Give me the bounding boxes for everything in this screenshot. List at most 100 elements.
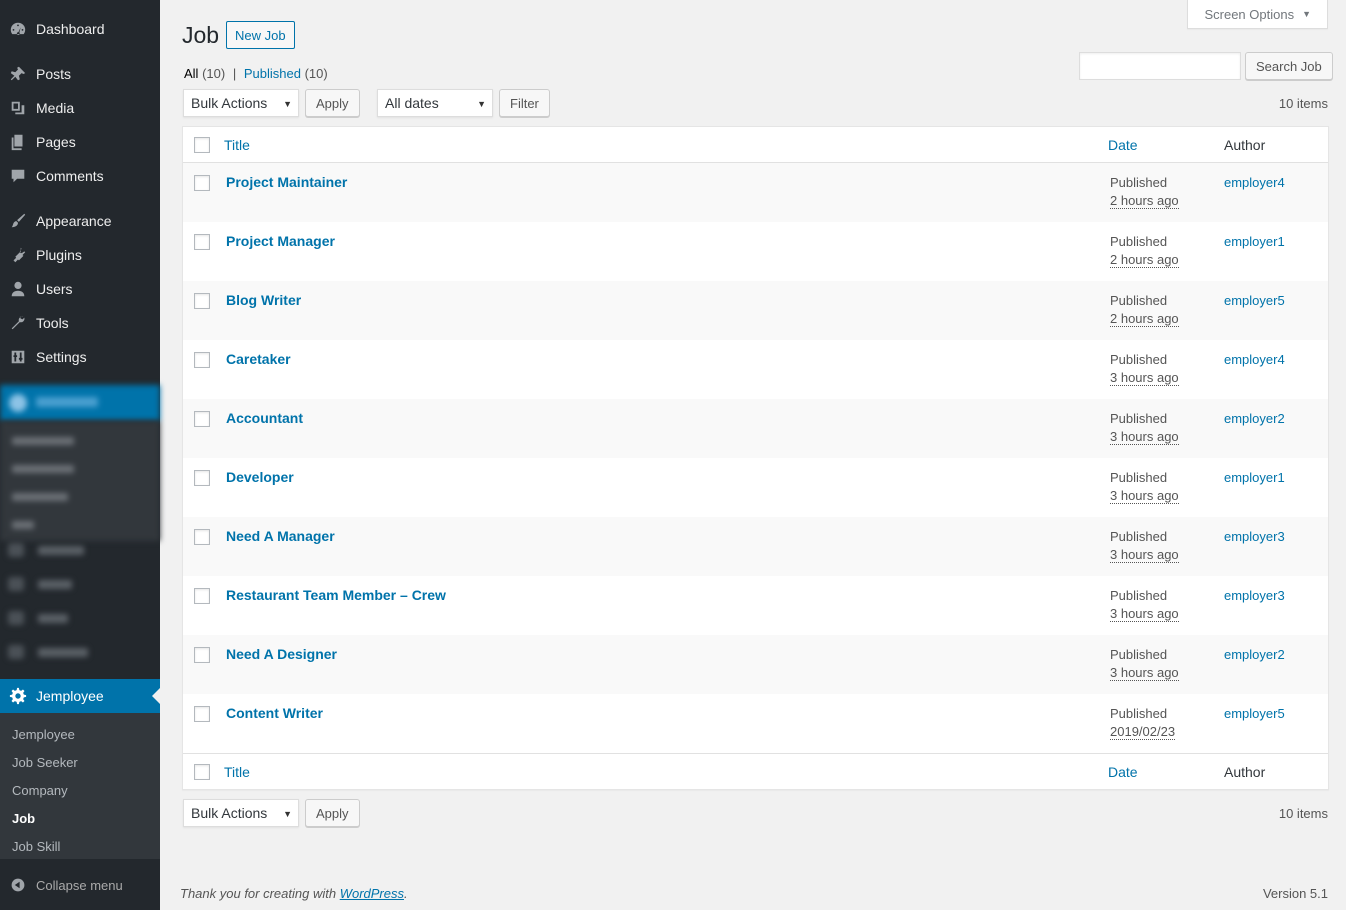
dashboard-icon xyxy=(0,20,36,38)
brush-icon xyxy=(0,212,36,230)
caret-down-icon: ▼ xyxy=(283,809,292,819)
filter-all-label: All xyxy=(184,66,199,81)
filter-published-count: (10) xyxy=(304,66,328,81)
sidebar-item-settings[interactable]: Settings xyxy=(0,340,160,374)
post-time: 2 hours ago xyxy=(1110,311,1179,327)
bulk-actions-value: Bulk Actions xyxy=(191,95,268,111)
page-title: Job xyxy=(182,22,220,48)
sidebar-item-label: Tools xyxy=(36,315,69,331)
jemployee-submenu: Jemployee Job Seeker Company Job Job Ski… xyxy=(0,713,160,859)
job-title-link[interactable]: Project Manager xyxy=(226,233,335,249)
column-title-sort-bottom[interactable]: Title xyxy=(224,764,250,780)
table-header: Title Date Author xyxy=(183,127,1328,163)
status-filter-links: All (10) | Published (10) xyxy=(184,66,328,81)
job-title-link[interactable]: Content Writer xyxy=(226,705,323,721)
footer-credit-suffix: . xyxy=(404,886,408,901)
table-row: Project Manager Published 2 hours ago emplo… xyxy=(183,222,1328,281)
new-job-button[interactable]: New Job xyxy=(226,21,295,49)
bulk-actions-select-bottom[interactable]: Bulk Actions ▼ xyxy=(183,799,299,827)
submenu-item-company[interactable]: Company xyxy=(0,777,160,805)
post-status: Published xyxy=(1110,293,1168,308)
row-checkbox[interactable] xyxy=(194,411,210,427)
search-job-button[interactable]: Search Job xyxy=(1245,52,1333,80)
apply-button-bottom[interactable]: Apply xyxy=(305,799,360,827)
author-link[interactable]: employer4 xyxy=(1224,352,1285,367)
row-checkbox[interactable] xyxy=(194,588,210,604)
sidebar-item-comments[interactable]: Comments xyxy=(0,159,160,193)
row-checkbox[interactable] xyxy=(194,175,210,191)
column-date-sort-bottom[interactable]: Date xyxy=(1108,764,1138,780)
date-filter-select[interactable]: All dates ▼ xyxy=(377,89,493,117)
post-time: 2 hours ago xyxy=(1110,252,1179,268)
screen-options-button[interactable]: Screen Options ▼ xyxy=(1187,0,1328,29)
column-title-sort[interactable]: Title xyxy=(224,137,250,153)
caret-down-icon: ▼ xyxy=(1302,9,1311,19)
settings-icon xyxy=(0,348,36,366)
author-link[interactable]: employer2 xyxy=(1224,411,1285,426)
author-link[interactable]: employer3 xyxy=(1224,529,1285,544)
author-link[interactable]: employer5 xyxy=(1224,293,1285,308)
row-checkbox[interactable] xyxy=(194,470,210,486)
submenu-item-job[interactable]: Job xyxy=(0,805,160,833)
author-link[interactable]: employer5 xyxy=(1224,706,1285,721)
filter-button[interactable]: Filter xyxy=(499,89,550,117)
sidebar-item-pages[interactable]: Pages xyxy=(0,125,160,159)
row-checkbox[interactable] xyxy=(194,647,210,663)
author-link[interactable]: employer2 xyxy=(1224,647,1285,662)
collapse-menu-button[interactable]: Collapse menu xyxy=(0,868,160,902)
job-title-link[interactable]: Developer xyxy=(226,469,294,485)
author-link[interactable]: employer1 xyxy=(1224,234,1285,249)
row-checkbox[interactable] xyxy=(194,706,210,722)
sidebar-item-media[interactable]: Media xyxy=(0,91,160,125)
sidebar-item-jemployee[interactable]: Jemployee xyxy=(0,679,160,713)
post-time: 3 hours ago xyxy=(1110,429,1179,445)
filter-published-link[interactable]: Published (10) xyxy=(244,66,328,81)
job-title-link[interactable]: Blog Writer xyxy=(226,292,301,308)
job-title-link[interactable]: Caretaker xyxy=(226,351,291,367)
bulk-actions-select-top[interactable]: Bulk Actions ▼ xyxy=(183,89,299,117)
author-link[interactable]: employer3 xyxy=(1224,588,1285,603)
filter-all-link[interactable]: All (10) xyxy=(184,66,225,81)
job-title-link[interactable]: Restaurant Team Member – Crew xyxy=(226,587,446,603)
redacted-menu-item xyxy=(0,385,160,421)
job-title-link[interactable]: Project Maintainer xyxy=(226,174,347,190)
wordpress-link[interactable]: WordPress xyxy=(340,886,404,901)
screen-options-label: Screen Options xyxy=(1204,6,1295,22)
sidebar-item-tools[interactable]: Tools xyxy=(0,306,160,340)
search-input[interactable] xyxy=(1079,52,1241,80)
items-count-top: 10 items xyxy=(1278,96,1328,111)
row-checkbox[interactable] xyxy=(194,234,210,250)
user-icon xyxy=(0,280,36,298)
row-checkbox[interactable] xyxy=(194,352,210,368)
select-all-checkbox[interactable] xyxy=(194,136,210,153)
submenu-item-job-skill[interactable]: Job Skill xyxy=(0,833,160,861)
job-title-link[interactable]: Need A Designer xyxy=(226,646,337,662)
collapse-menu-label: Collapse menu xyxy=(36,877,123,893)
author-link[interactable]: employer4 xyxy=(1224,175,1285,190)
table-body: Project Maintainer Published 2 hours ago em… xyxy=(183,163,1328,753)
jobs-table: Title Date Author Project Maintainer Publ… xyxy=(182,126,1329,790)
column-date-sort[interactable]: Date xyxy=(1108,137,1138,153)
sidebar-item-posts[interactable]: Posts xyxy=(0,57,160,91)
sidebar-item-appearance[interactable]: Appearance xyxy=(0,204,160,238)
submenu-item-job-seeker[interactable]: Job Seeker xyxy=(0,749,160,777)
apply-button-top[interactable]: Apply xyxy=(305,89,360,117)
post-status: Published xyxy=(1110,411,1168,426)
sidebar-item-plugins[interactable]: Plugins xyxy=(0,238,160,272)
job-title-link[interactable]: Accountant xyxy=(226,410,303,426)
sidebar-item-users[interactable]: Users xyxy=(0,272,160,306)
sidebar-item-label: Media xyxy=(36,100,75,116)
table-row: Need A Designer Published 3 hours ago emplo… xyxy=(183,635,1328,694)
sidebar-item-dashboard[interactable]: Dashboard xyxy=(0,12,160,46)
row-checkbox[interactable] xyxy=(194,529,210,545)
select-all-checkbox-bottom[interactable] xyxy=(194,763,210,780)
post-status: Published xyxy=(1110,706,1168,721)
row-checkbox[interactable] xyxy=(194,293,210,309)
post-time: 3 hours ago xyxy=(1110,488,1179,504)
job-title-link[interactable]: Need A Manager xyxy=(226,528,335,544)
submenu-item-jemployee[interactable]: Jemployee xyxy=(0,721,160,749)
table-row: Need A Manager Published 3 hours ago employ… xyxy=(183,517,1328,576)
sidebar-item-label: Dashboard xyxy=(36,21,105,37)
admin-sidebar: Dashboard Posts Media Pages Comments App… xyxy=(0,0,160,910)
author-link[interactable]: employer1 xyxy=(1224,470,1285,485)
